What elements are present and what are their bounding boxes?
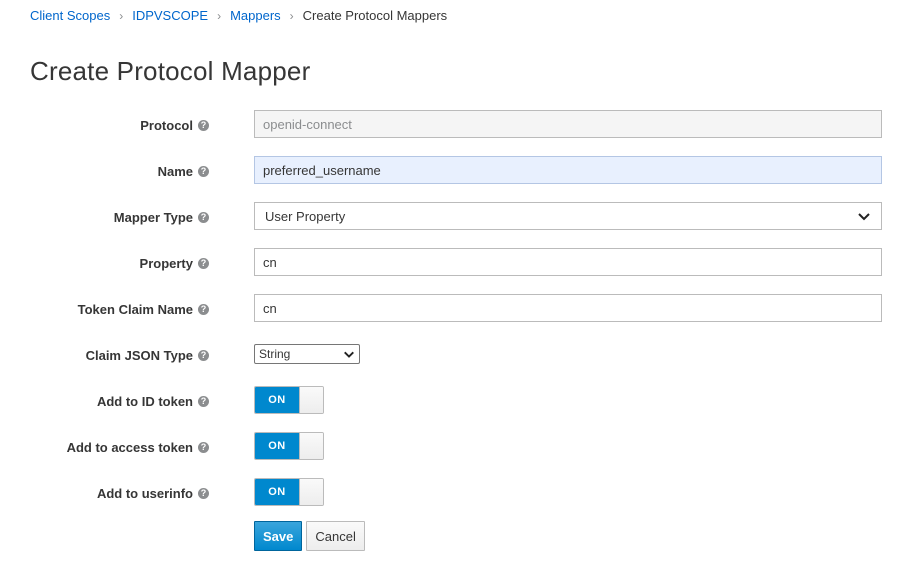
chevron-down-icon <box>344 351 354 358</box>
add-to-userinfo-row: Add to userinfo ? ON <box>0 478 909 524</box>
name-label: Name <box>157 163 193 179</box>
page-title: Create Protocol Mapper <box>30 56 311 86</box>
breadcrumb-current: Create Protocol Mappers <box>302 8 448 23</box>
breadcrumb-idpvscope[interactable]: IDPVSCOPE <box>132 8 208 23</box>
question-circle-icon[interactable]: ? <box>198 395 209 407</box>
toggle-knob <box>299 433 323 459</box>
question-circle-icon[interactable]: ? <box>198 441 209 453</box>
add-to-access-token-row: Add to access token ? ON <box>0 432 909 478</box>
question-circle-icon[interactable]: ? <box>198 119 209 131</box>
breadcrumb-mappers[interactable]: Mappers <box>230 8 281 23</box>
save-button[interactable]: Save <box>254 521 303 551</box>
chevron-down-icon <box>858 213 870 221</box>
mapper-type-row: Mapper Type ? User Property <box>0 202 909 248</box>
question-circle-icon[interactable]: ? <box>198 257 209 269</box>
add-to-userinfo-toggle[interactable]: ON <box>254 478 324 506</box>
add-to-id-token-label: Add to ID token <box>96 393 193 409</box>
add-to-userinfo-label: Add to userinfo <box>96 485 193 501</box>
token-claim-name-input[interactable]: cn <box>254 294 882 322</box>
question-circle-icon[interactable]: ? <box>198 349 209 361</box>
protocol-label: Protocol <box>140 117 193 133</box>
protocol-field: openid-connect <box>254 110 882 138</box>
mapper-type-select[interactable]: User Property <box>254 202 882 230</box>
cancel-button[interactable]: Cancel <box>306 521 365 551</box>
toggle-knob <box>299 387 323 413</box>
toggle-on-label: ON <box>255 387 299 413</box>
mapper-type-value: User Property <box>265 208 346 224</box>
chevron-right-icon: › <box>289 8 294 23</box>
toggle-on-label: ON <box>255 479 299 505</box>
claim-json-type-value: String <box>259 347 291 361</box>
question-circle-icon[interactable]: ? <box>198 165 209 177</box>
claim-json-type-select[interactable]: String <box>254 344 360 364</box>
form-actions: Save Cancel <box>254 521 365 551</box>
name-row: Name ? preferred_username <box>0 156 909 202</box>
protocol-row: Protocol ? openid-connect <box>0 110 909 156</box>
add-to-access-token-label: Add to access token <box>66 439 193 455</box>
toggle-knob <box>299 479 323 505</box>
mapper-type-label: Mapper Type <box>113 209 193 225</box>
add-to-id-token-row: Add to ID token ? ON <box>0 386 909 432</box>
question-circle-icon[interactable]: ? <box>198 211 209 223</box>
question-circle-icon[interactable]: ? <box>198 303 209 315</box>
property-label: Property <box>139 255 193 271</box>
chevron-right-icon: › <box>119 8 124 23</box>
property-row: Property ? cn <box>0 248 909 294</box>
breadcrumb: Client Scopes › IDPVSCOPE › Mappers › Cr… <box>30 8 447 23</box>
token-claim-name-label: Token Claim Name <box>77 301 193 317</box>
token-claim-name-row: Token Claim Name ? cn <box>0 294 909 340</box>
property-input[interactable]: cn <box>254 248 882 276</box>
protocol-mapper-form: Protocol ? openid-connect Name ? preferr… <box>0 110 909 551</box>
add-to-access-token-toggle[interactable]: ON <box>254 432 324 460</box>
toggle-on-label: ON <box>255 433 299 459</box>
breadcrumb-client-scopes[interactable]: Client Scopes <box>30 8 110 23</box>
name-input[interactable]: preferred_username <box>254 156 882 184</box>
claim-json-type-label: Claim JSON Type <box>85 347 193 363</box>
question-circle-icon[interactable]: ? <box>198 487 209 499</box>
add-to-id-token-toggle[interactable]: ON <box>254 386 324 414</box>
chevron-right-icon: › <box>217 8 222 23</box>
claim-json-type-row: Claim JSON Type ? String <box>0 340 909 386</box>
